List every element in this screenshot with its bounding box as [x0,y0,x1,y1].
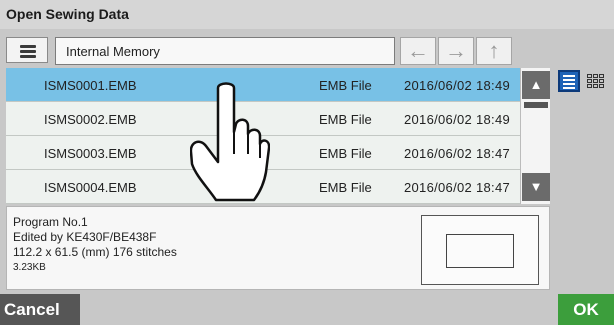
file-details-panel: Program No.1 Edited by KE430F/BE438F 112… [6,206,550,290]
file-size: 3.23KB [13,262,46,273]
grid-view-icon-cell [593,74,598,78]
file-name: ISMS0003.EMB [44,146,137,161]
pattern-preview [421,215,539,285]
file-date: 2016/06/02 18:47 [404,146,511,161]
cancel-button[interactable]: Cancel [0,294,80,325]
grid-view-icon-cell [593,84,598,88]
list-view-icon-line [563,83,575,85]
list-view-icon-line [563,87,575,89]
file-type: EMB File [319,180,372,195]
grid-view-icon-cell [593,79,598,83]
footer-bar [0,294,614,325]
title-bar: Open Sewing Data [0,0,614,29]
file-date: 2016/06/02 18:49 [404,112,511,127]
file-name: ISMS0004.EMB [44,180,137,195]
file-date: 2016/06/02 18:47 [404,180,511,195]
grid-view-icon-cell [599,79,604,83]
triangle-down-icon: ▼ [529,179,543,194]
grid-view-icon [587,74,592,78]
file-date: 2016/06/02 18:49 [404,78,511,93]
edited-by: Edited by KE430F/BE438F [13,230,157,244]
file-name: ISMS0002.EMB [44,112,137,127]
pattern-outline [446,234,514,268]
list-view-icon [563,75,575,77]
file-name: ISMS0001.EMB [44,78,137,93]
forward-button[interactable]: → [438,37,474,65]
grid-view-button[interactable] [584,70,606,92]
dimensions: 112.2 x 61.5 (mm) 176 stitches [13,245,177,259]
arrow-up-icon: ↑ [488,38,500,63]
window-title: Open Sewing Data [6,6,129,22]
grid-view-icon-cell [587,84,592,88]
file-type: EMB File [319,78,372,93]
file-type: EMB File [319,112,372,127]
list-view-icon-line [563,79,575,81]
arrow-right-icon: → [445,38,467,63]
program-number: Program No.1 [13,215,88,229]
back-button[interactable]: ← [400,37,436,65]
scroll-down-button[interactable]: ▼ [522,173,550,201]
ok-button[interactable]: OK [558,294,614,325]
scroll-up-button[interactable]: ▲ [522,71,550,99]
grid-view-icon-cell [599,84,604,88]
location-label: Internal Memory [66,44,160,59]
grid-view-icon-cell [587,79,592,83]
pointing-hand-icon [190,82,270,202]
triangle-up-icon: ▲ [529,77,543,92]
file-list-scrollbar[interactable]: ▲ ▼ [520,68,550,204]
up-folder-button[interactable]: ↑ [476,37,512,65]
location-field[interactable]: Internal Memory [55,37,395,65]
list-view-button[interactable] [558,70,580,92]
file-type: EMB File [319,146,372,161]
hamburger-icon-line [20,50,36,53]
grid-view-icon-cell [599,74,604,78]
menu-button[interactable] [6,37,48,63]
hamburger-icon [20,45,36,48]
arrow-left-icon: ← [407,38,429,63]
hamburger-icon-line [20,55,36,58]
scroll-thumb[interactable] [524,102,548,108]
